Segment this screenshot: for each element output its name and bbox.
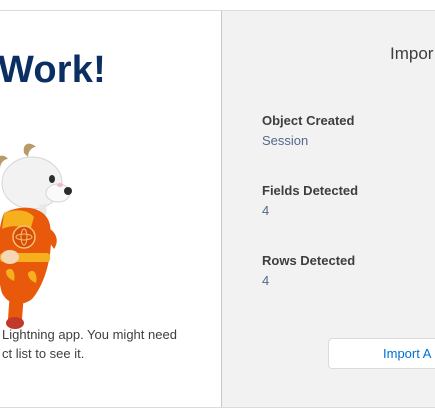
success-message: Lightning app. You might need ct list to… bbox=[2, 325, 217, 363]
import-wizard-frame: Work! Lightning app. You might need ct l… bbox=[0, 10, 435, 408]
success-heading: Work! bbox=[0, 49, 106, 91]
import-another-button[interactable]: Import A bbox=[328, 338, 435, 369]
stat-value: 4 bbox=[262, 273, 270, 288]
stat-value: 4 bbox=[262, 203, 270, 218]
stat-label: Object Created bbox=[262, 113, 355, 128]
goat-mascot-icon bbox=[0, 143, 72, 329]
import-summary-title: Impor bbox=[390, 44, 434, 63]
import-summary-panel: Impor Object Created Session Fields Dete… bbox=[222, 11, 435, 407]
stat-fields-detected: Fields Detected 4 bbox=[262, 182, 358, 220]
success-panel: Work! Lightning app. You might need ct l… bbox=[0, 11, 221, 407]
stat-object-created: Object Created Session bbox=[262, 112, 354, 150]
stat-value: Session bbox=[262, 133, 309, 148]
stat-label: Fields Detected bbox=[262, 183, 359, 198]
stat-label: Rows Detected bbox=[262, 253, 356, 268]
success-message-line-2: ct list to see it. bbox=[2, 346, 85, 361]
success-message-line-1: Lightning app. You might need bbox=[2, 327, 177, 342]
stat-rows-detected: Rows Detected 4 bbox=[262, 252, 355, 290]
